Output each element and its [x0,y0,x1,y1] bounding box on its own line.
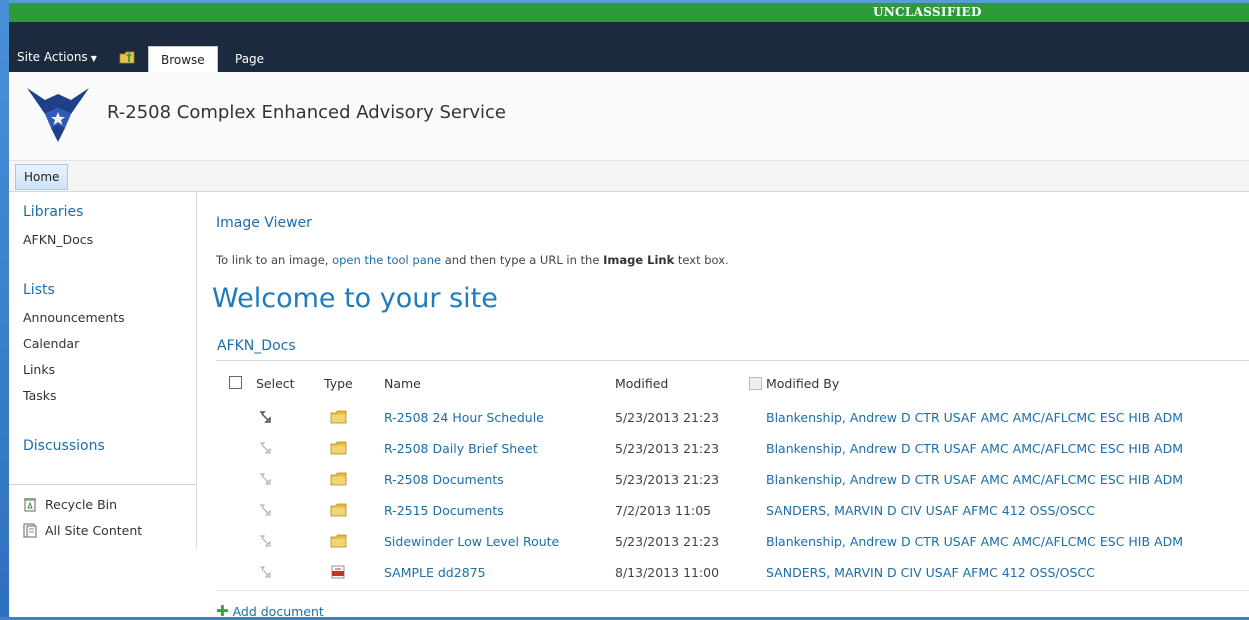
table-row[interactable]: SAMPLE dd2875 8/13/2013 11:00 SANDERS, M… [196,565,1249,596]
add-document-label: Add document [232,603,324,619]
item-name-link[interactable]: R-2508 Daily Brief Sheet [384,441,537,456]
image-viewer-title[interactable]: Image Viewer [216,215,312,231]
hint-prefix: To link to an image, [216,253,333,267]
column-header-modified[interactable]: Modified [615,376,668,391]
item-select-icon[interactable] [259,442,271,454]
site-title[interactable]: R-2508 Complex Enhanced Advisory Service [107,102,506,123]
item-select-icon[interactable] [259,504,271,516]
main-content: Image Viewer To link to an image, open t… [196,192,1249,620]
air-force-logo-icon[interactable] [25,84,91,144]
top-navigation: Home [9,161,1249,192]
select-all-checkbox[interactable] [229,376,242,389]
item-select-icon[interactable] [259,566,271,578]
quicklaunch-item-announcements[interactable]: Announcements [23,310,125,325]
item-name-link[interactable]: R-2508 24 Hour Schedule [384,410,544,425]
quicklaunch-item-tasks[interactable]: Tasks [23,388,57,403]
add-document-link[interactable]: ✚ Add document [216,602,324,620]
item-select-icon[interactable] [259,411,271,423]
item-modified-by-link[interactable]: Blankenship, Andrew D CTR USAF AMC AMC/A… [766,410,1183,425]
hint-bold: Image Link [603,253,675,267]
hint-suffix: text box. [674,253,729,267]
site-actions-menu[interactable]: Site Actions ▼ [17,50,97,64]
classification-label: UNCLASSIFIED [873,5,982,19]
item-modified: 5/23/2013 21:23 [615,410,720,425]
folder-icon [330,534,347,548]
quick-launch: Libraries AFKN_Docs Lists Announcements … [9,192,197,549]
plus-icon: ✚ [216,602,229,620]
tab-browse-label: Browse [161,53,205,67]
open-tool-pane-link[interactable]: open the tool pane [332,253,441,267]
nav-home[interactable]: Home [15,164,69,190]
site-actions-label: Site Actions [17,50,88,64]
tab-page-label: Page [235,52,265,66]
chevron-down-icon: ▼ [90,54,97,63]
quicklaunch-heading-libraries[interactable]: Libraries [23,204,83,220]
classification-banner: UNCLASSIFIED [9,3,1249,22]
item-modified: 8/13/2013 11:00 [615,565,720,580]
item-modified: 5/23/2013 21:23 [615,534,720,549]
column-header-select: Select [256,376,295,391]
table-row[interactable]: R-2515 Documents 7/2/2013 11:05 SANDERS,… [196,503,1249,534]
item-name-link[interactable]: R-2508 Documents [384,472,504,487]
all-site-content-label: All Site Content [45,523,143,538]
pdf-icon [331,565,345,579]
item-modified-by-link[interactable]: Blankenship, Andrew D CTR USAF AMC AMC/A… [766,534,1183,549]
quicklaunch-item-links[interactable]: Links [23,362,55,377]
folder-icon [330,410,347,424]
modified-by-checkbox [749,377,762,390]
table-row[interactable]: R-2508 Daily Brief Sheet 5/23/2013 21:23… [196,441,1249,472]
all-site-content-link[interactable]: All Site Content [23,523,142,538]
tab-page[interactable]: Page [223,46,276,72]
ribbon-bar: Site Actions ▼ Browse Page [9,22,1249,74]
window-frame-left [0,0,9,617]
column-header-type[interactable]: Type [324,376,353,391]
item-select-icon[interactable] [259,535,271,547]
table-row[interactable]: Sidewinder Low Level Route 5/23/2013 21:… [196,534,1249,565]
column-header-modified-by[interactable]: Modified By [766,376,839,391]
item-name-link[interactable]: Sidewinder Low Level Route [384,534,559,549]
quicklaunch-heading-discussions[interactable]: Discussions [23,438,105,454]
recycle-bin-label: Recycle Bin [45,497,118,512]
quicklaunch-item-afkn-docs[interactable]: AFKN_Docs [23,232,93,247]
add-document-separator [216,590,1249,591]
item-modified-by-link[interactable]: SANDERS, MARVIN D CIV USAF AFMC 412 OSS/… [766,565,1095,580]
recycle-bin-icon [24,498,36,512]
page-title: Welcome to your site [212,283,498,314]
nav-home-label: Home [24,170,60,184]
table-row[interactable]: R-2508 24 Hour Schedule 5/23/2013 21:23 … [196,410,1249,441]
folder-icon [330,503,347,517]
table-row[interactable]: R-2508 Documents 5/23/2013 21:23 Blanken… [196,472,1249,503]
item-modified-by-link[interactable]: SANDERS, MARVIN D CIV USAF AFMC 412 OSS/… [766,503,1095,518]
column-header-name[interactable]: Name [384,376,421,391]
library-separator [216,360,1249,361]
site-content-icon [23,523,37,538]
navigate-up-icon[interactable] [119,50,135,64]
recycle-bin-link[interactable]: Recycle Bin [23,497,117,512]
item-modified: 5/23/2013 21:23 [615,441,720,456]
quicklaunch-separator [9,484,196,485]
quicklaunch-item-calendar[interactable]: Calendar [23,336,79,351]
item-modified: 5/23/2013 21:23 [615,472,720,487]
item-modified-by-link[interactable]: Blankenship, Andrew D CTR USAF AMC AMC/A… [766,472,1183,487]
tab-browse[interactable]: Browse [148,46,218,74]
item-modified: 7/2/2013 11:05 [615,503,712,518]
item-name-link[interactable]: R-2515 Documents [384,503,504,518]
item-modified-by-link[interactable]: Blankenship, Andrew D CTR USAF AMC AMC/A… [766,441,1183,456]
folder-icon [330,441,347,455]
item-name-link[interactable]: SAMPLE dd2875 [384,565,486,580]
site-header: R-2508 Complex Enhanced Advisory Service [9,72,1249,161]
folder-icon [330,472,347,486]
item-select-icon[interactable] [259,473,271,485]
library-title[interactable]: AFKN_Docs [217,338,296,354]
quicklaunch-heading-lists[interactable]: Lists [23,282,55,298]
image-viewer-hint: To link to an image, open the tool pane … [216,253,729,267]
hint-mid: and then type a URL in the [441,253,604,267]
